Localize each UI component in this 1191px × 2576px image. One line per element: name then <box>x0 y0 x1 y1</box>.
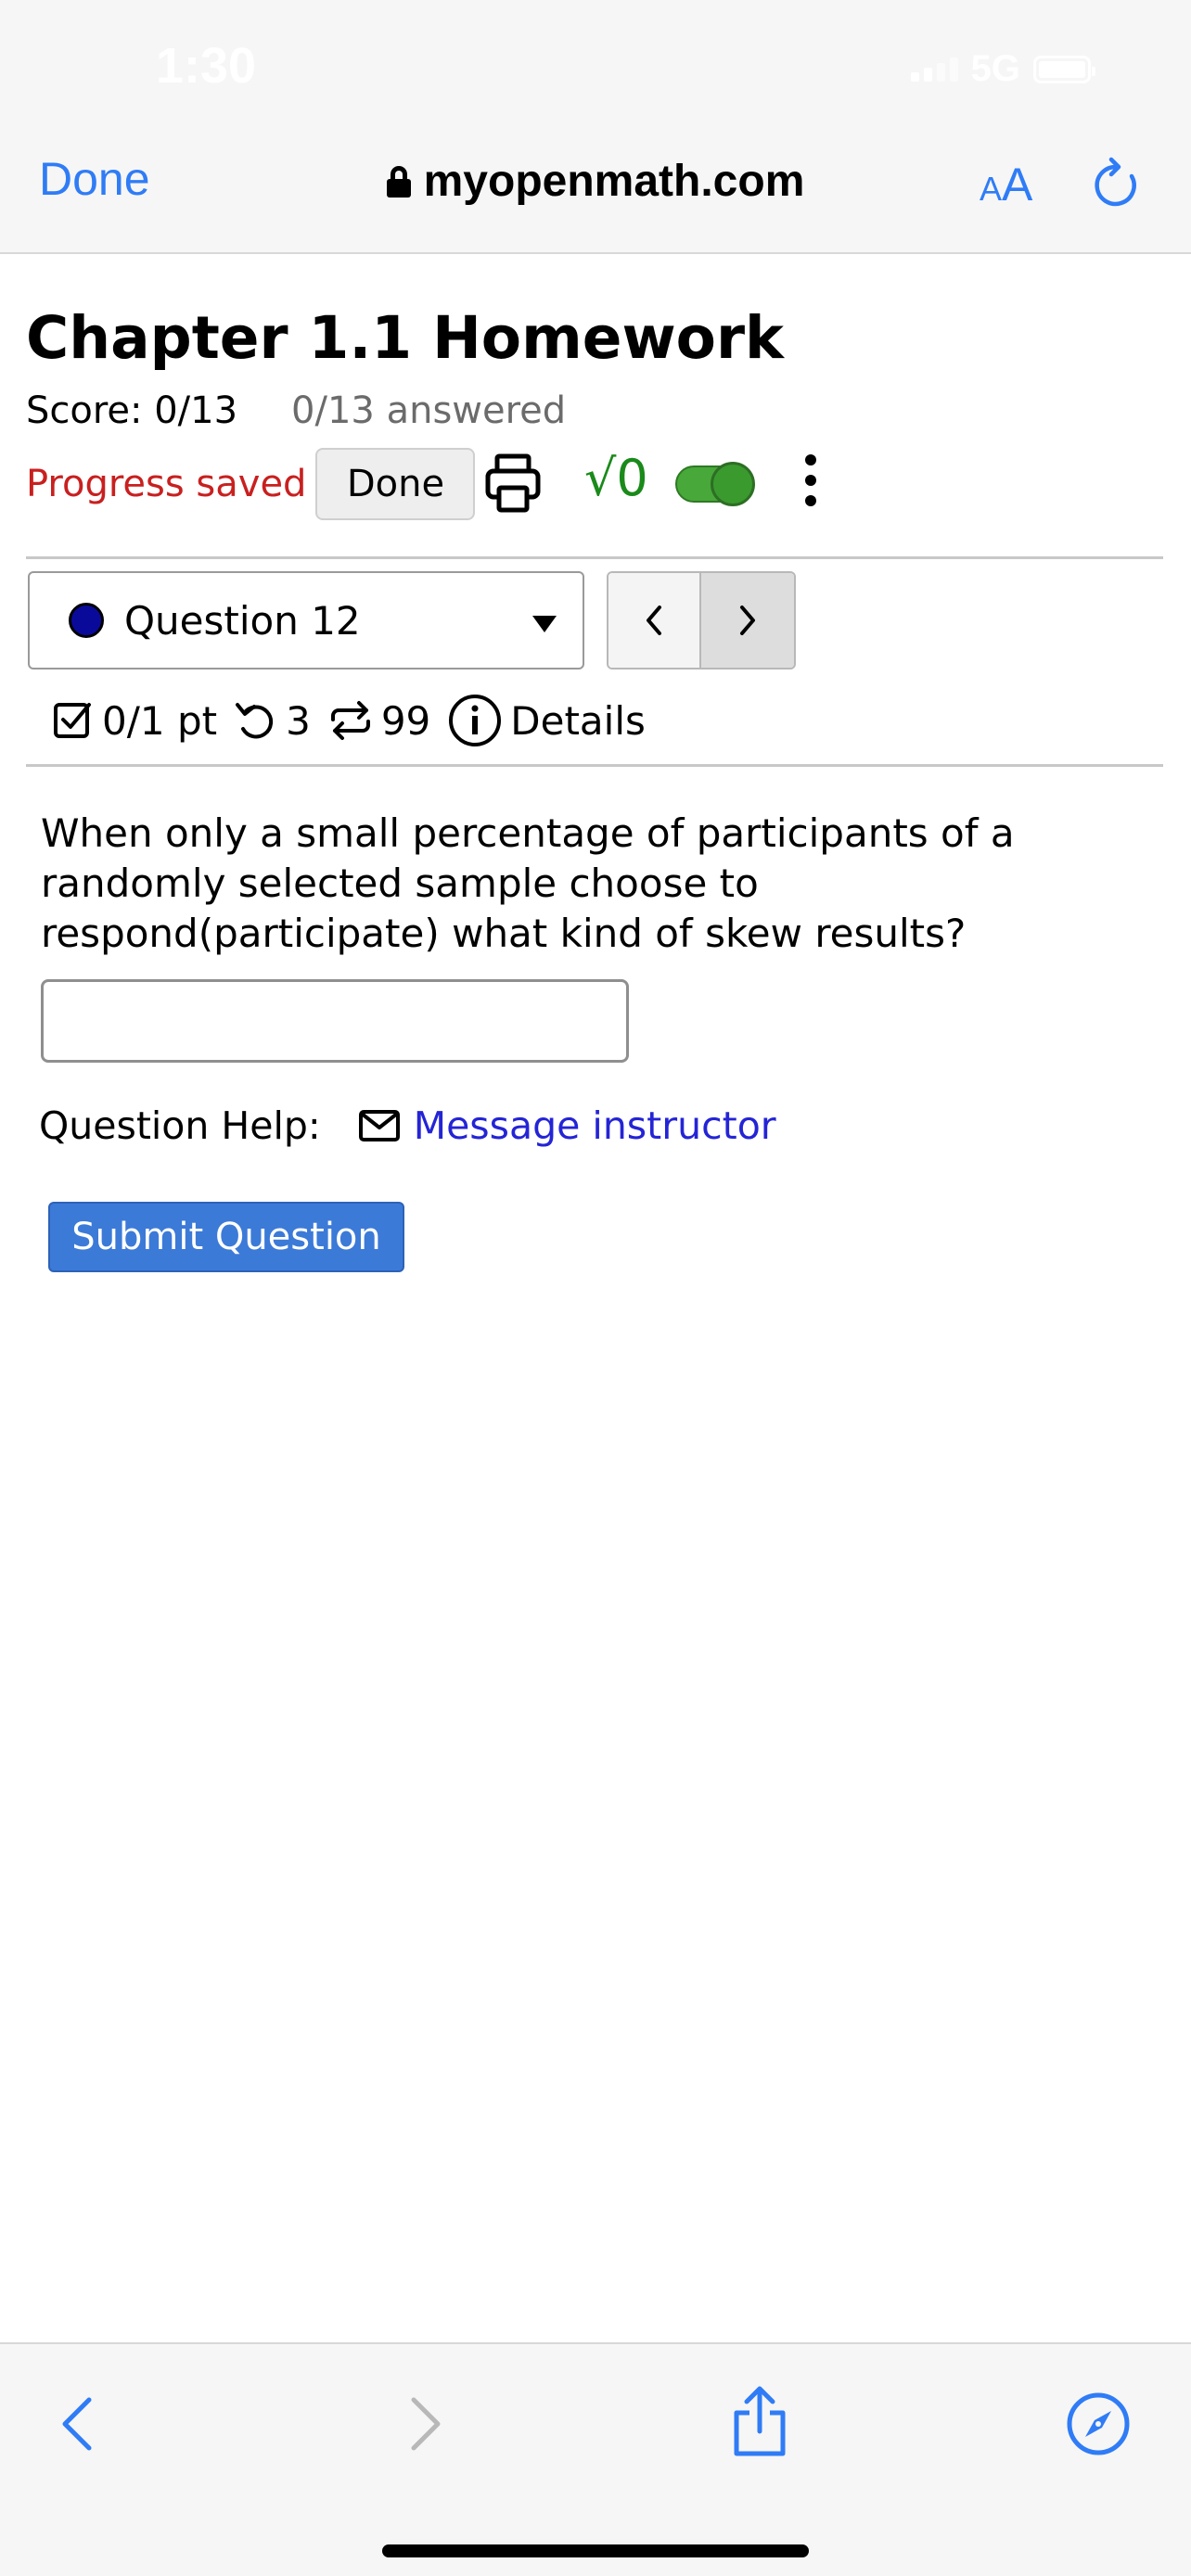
submit-question-button[interactable]: Submit Question <box>48 1202 404 1272</box>
answer-input[interactable] <box>41 979 629 1063</box>
progress-saved-status: Progress saved <box>26 463 307 505</box>
answered-count: 0/13 answered <box>291 389 567 432</box>
compass-icon <box>1067 2392 1130 2455</box>
details-button[interactable]: Details <box>447 693 646 748</box>
home-indicator <box>382 2544 809 2557</box>
browser-nav-bar: Done myopenmath.com AA <box>0 139 1191 254</box>
checkbox-icon <box>54 703 91 738</box>
reload-icon[interactable] <box>1091 156 1143 215</box>
question-meta-row: 0/1 pt 3 99 Details <box>52 688 662 753</box>
more-options-icon[interactable] <box>805 454 816 506</box>
text-size-button[interactable]: AA <box>980 158 1032 211</box>
browser-toolbar <box>0 2342 1191 2576</box>
divider <box>26 556 1163 559</box>
status-time: 1:30 <box>156 38 257 94</box>
progress-row: Progress saved Done √0 <box>26 447 861 521</box>
status-indicators: 5G <box>910 48 1095 90</box>
info-icon <box>449 695 502 746</box>
math-entry-icon[interactable]: √0 <box>584 449 648 507</box>
question-help-row: Question Help: Message instructor <box>39 1096 776 1155</box>
question-pager <box>607 571 796 670</box>
status-bar: 1:30 5G <box>0 0 1191 139</box>
points-info: 0/1 pt <box>52 698 217 744</box>
score-row: Score: 0/13 0/13 answered <box>26 389 566 432</box>
previous-question-button[interactable] <box>608 573 700 668</box>
question-help-label: Question Help: <box>39 1103 321 1148</box>
regenerations-count: 99 <box>380 697 431 744</box>
lock-icon <box>386 166 411 198</box>
share-icon <box>734 2386 786 2456</box>
repeat-icon <box>330 701 370 740</box>
chevron-left-icon <box>647 606 661 635</box>
signal-icon <box>910 57 958 82</box>
text-size-small-glyph: A <box>980 170 1003 208</box>
undo-icon <box>236 703 274 739</box>
divider <box>26 764 1163 767</box>
chevron-left-icon <box>62 2397 92 2451</box>
question-select[interactable]: Question 12 <box>28 571 584 670</box>
url-text: myopenmath.com <box>423 157 805 206</box>
chevron-right-icon <box>411 2397 441 2451</box>
mail-icon <box>358 1110 400 1141</box>
regenerations-info: 99 <box>327 698 430 744</box>
question-text: When only a small percentage of particip… <box>41 810 1015 956</box>
print-icon[interactable] <box>484 453 542 517</box>
points-text: 0/1 pt <box>102 697 218 744</box>
assignment-done-button[interactable]: Done <box>315 448 476 520</box>
question-status-dot <box>69 603 104 638</box>
next-question-button[interactable] <box>699 573 794 668</box>
details-label: Details <box>510 697 646 744</box>
retries-count: 3 <box>286 697 311 744</box>
back-button[interactable] <box>58 2394 98 2457</box>
question-select-label: Question 12 <box>124 597 361 644</box>
text-size-big-glyph: A <box>1002 159 1033 210</box>
share-button[interactable] <box>729 2385 790 2463</box>
score-text: Score: 0/13 <box>26 389 238 432</box>
math-entry-toggle[interactable] <box>675 462 755 506</box>
battery-icon <box>1033 55 1095 83</box>
forward-button[interactable] <box>404 2394 445 2457</box>
message-instructor-link[interactable]: Message instructor <box>414 1103 776 1148</box>
page-title: Chapter 1.1 Homework <box>26 304 784 372</box>
compass-button[interactable] <box>1065 2391 1132 2461</box>
network-label: 5G <box>970 48 1020 89</box>
chevron-right-icon <box>740 606 755 635</box>
dropdown-caret-icon <box>532 616 557 632</box>
retries-info: 3 <box>234 698 311 744</box>
